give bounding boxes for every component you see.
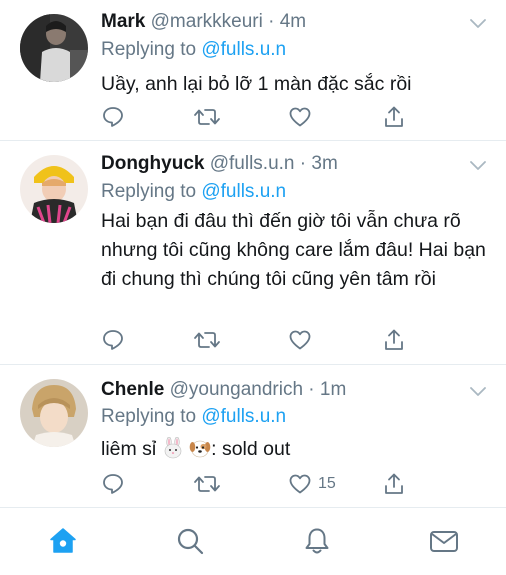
reply-button[interactable]	[101, 471, 125, 497]
tweet-chenle[interactable]: Chenle @youngandrich · 1m Replying to @f…	[0, 365, 506, 507]
display-name[interactable]: Donghyuck	[101, 153, 204, 174]
share-icon	[385, 473, 403, 494]
timestamp: 4m	[279, 11, 307, 32]
tweet-text: liêm sỉ : sold out	[101, 435, 486, 464]
heart-icon	[289, 107, 311, 127]
notifications-tab[interactable]	[300, 524, 334, 558]
dog-emoji-icon	[189, 437, 211, 459]
share-button[interactable]	[382, 104, 406, 130]
home-icon	[50, 528, 76, 553]
tweet-header: Chenle @youngandrich · 1m	[101, 379, 466, 401]
search-icon	[177, 528, 204, 555]
reply-icon	[103, 107, 123, 127]
tweet-actions	[101, 104, 403, 130]
avatar-donghyuck[interactable]	[20, 155, 88, 223]
messages-icon	[430, 531, 458, 552]
like-count: 15	[318, 475, 336, 492]
tweet-text-end: : sold out	[211, 438, 291, 460]
user-handle[interactable]: @markkkeuri	[151, 11, 263, 32]
display-name[interactable]: Chenle	[101, 379, 164, 400]
heart-icon	[289, 330, 311, 350]
replying-prefix: Replying to	[101, 39, 197, 60]
notifications-icon	[305, 528, 329, 554]
bottom-tab-bar	[0, 507, 506, 575]
mention-link[interactable]: @fulls.u.n	[201, 39, 286, 60]
home-tab[interactable]	[46, 524, 80, 558]
timestamp: 3m	[311, 153, 338, 174]
tweet-header: Donghyuck @fulls.u.n · 3m	[101, 153, 466, 175]
search-tab[interactable]	[173, 524, 207, 558]
user-handle[interactable]: @fulls.u.n	[210, 153, 295, 174]
like-button[interactable]: 15	[288, 471, 336, 497]
replying-prefix: Replying to	[101, 406, 197, 427]
dot-separator: ·	[303, 379, 320, 400]
reply-button[interactable]	[101, 327, 125, 353]
reply-button[interactable]	[101, 104, 125, 130]
like-button[interactable]	[288, 327, 312, 353]
chevron-down-icon[interactable]	[470, 159, 486, 171]
mention-link[interactable]: @fulls.u.n	[201, 181, 286, 202]
reply-icon	[103, 330, 123, 350]
display-name[interactable]: Mark	[101, 11, 145, 32]
retweet-button[interactable]	[193, 327, 221, 353]
heart-icon	[289, 474, 311, 494]
messages-tab[interactable]	[427, 524, 461, 558]
share-icon	[385, 106, 403, 127]
tweet-text: Hai bạn đi đâu thì đến giờ tôi vẫn chưa …	[101, 210, 486, 290]
tweet-text-start: liêm sỉ	[101, 438, 157, 460]
retweet-icon	[194, 332, 220, 348]
dot-separator: ·	[294, 153, 312, 174]
mention-link[interactable]: @fulls.u.n	[201, 406, 286, 427]
reply-icon	[103, 474, 123, 494]
avatar-chenle[interactable]	[20, 379, 88, 447]
timestamp: 1m	[319, 379, 347, 400]
retweet-icon	[194, 476, 220, 492]
like-button[interactable]	[288, 104, 312, 130]
retweet-button[interactable]	[193, 104, 221, 130]
share-button[interactable]	[382, 327, 406, 353]
replying-to: Replying to @fulls.u.n	[101, 406, 286, 428]
tweet-actions	[101, 327, 403, 353]
chevron-down-icon[interactable]	[470, 17, 486, 29]
retweet-button[interactable]	[193, 471, 221, 497]
replying-to: Replying to @fulls.u.n	[101, 181, 286, 203]
replying-to: Replying to @fulls.u.n	[101, 39, 286, 61]
replying-prefix: Replying to	[101, 181, 197, 202]
tweet-donghyuck[interactable]: Donghyuck @fulls.u.n · 3m Replying to @f…	[0, 141, 506, 364]
user-handle[interactable]: @youngandrich	[170, 379, 303, 400]
tweet-actions: 15	[101, 471, 403, 497]
retweet-icon	[194, 109, 220, 125]
avatar-mark[interactable]	[20, 14, 88, 82]
tweet-text: Uầy, anh lại bỏ lỡ 1 màn đặc sắc rồi	[101, 73, 412, 95]
tweet-mark[interactable]: Mark @markkkeuri · 4m Replying to @fulls…	[0, 0, 506, 140]
share-icon	[385, 329, 403, 350]
dot-separator: ·	[262, 11, 280, 32]
chevron-down-icon[interactable]	[470, 385, 486, 397]
rabbit-emoji-icon	[162, 436, 184, 459]
tweet-header: Mark @markkkeuri · 4m	[101, 11, 466, 33]
share-button[interactable]	[382, 471, 406, 497]
